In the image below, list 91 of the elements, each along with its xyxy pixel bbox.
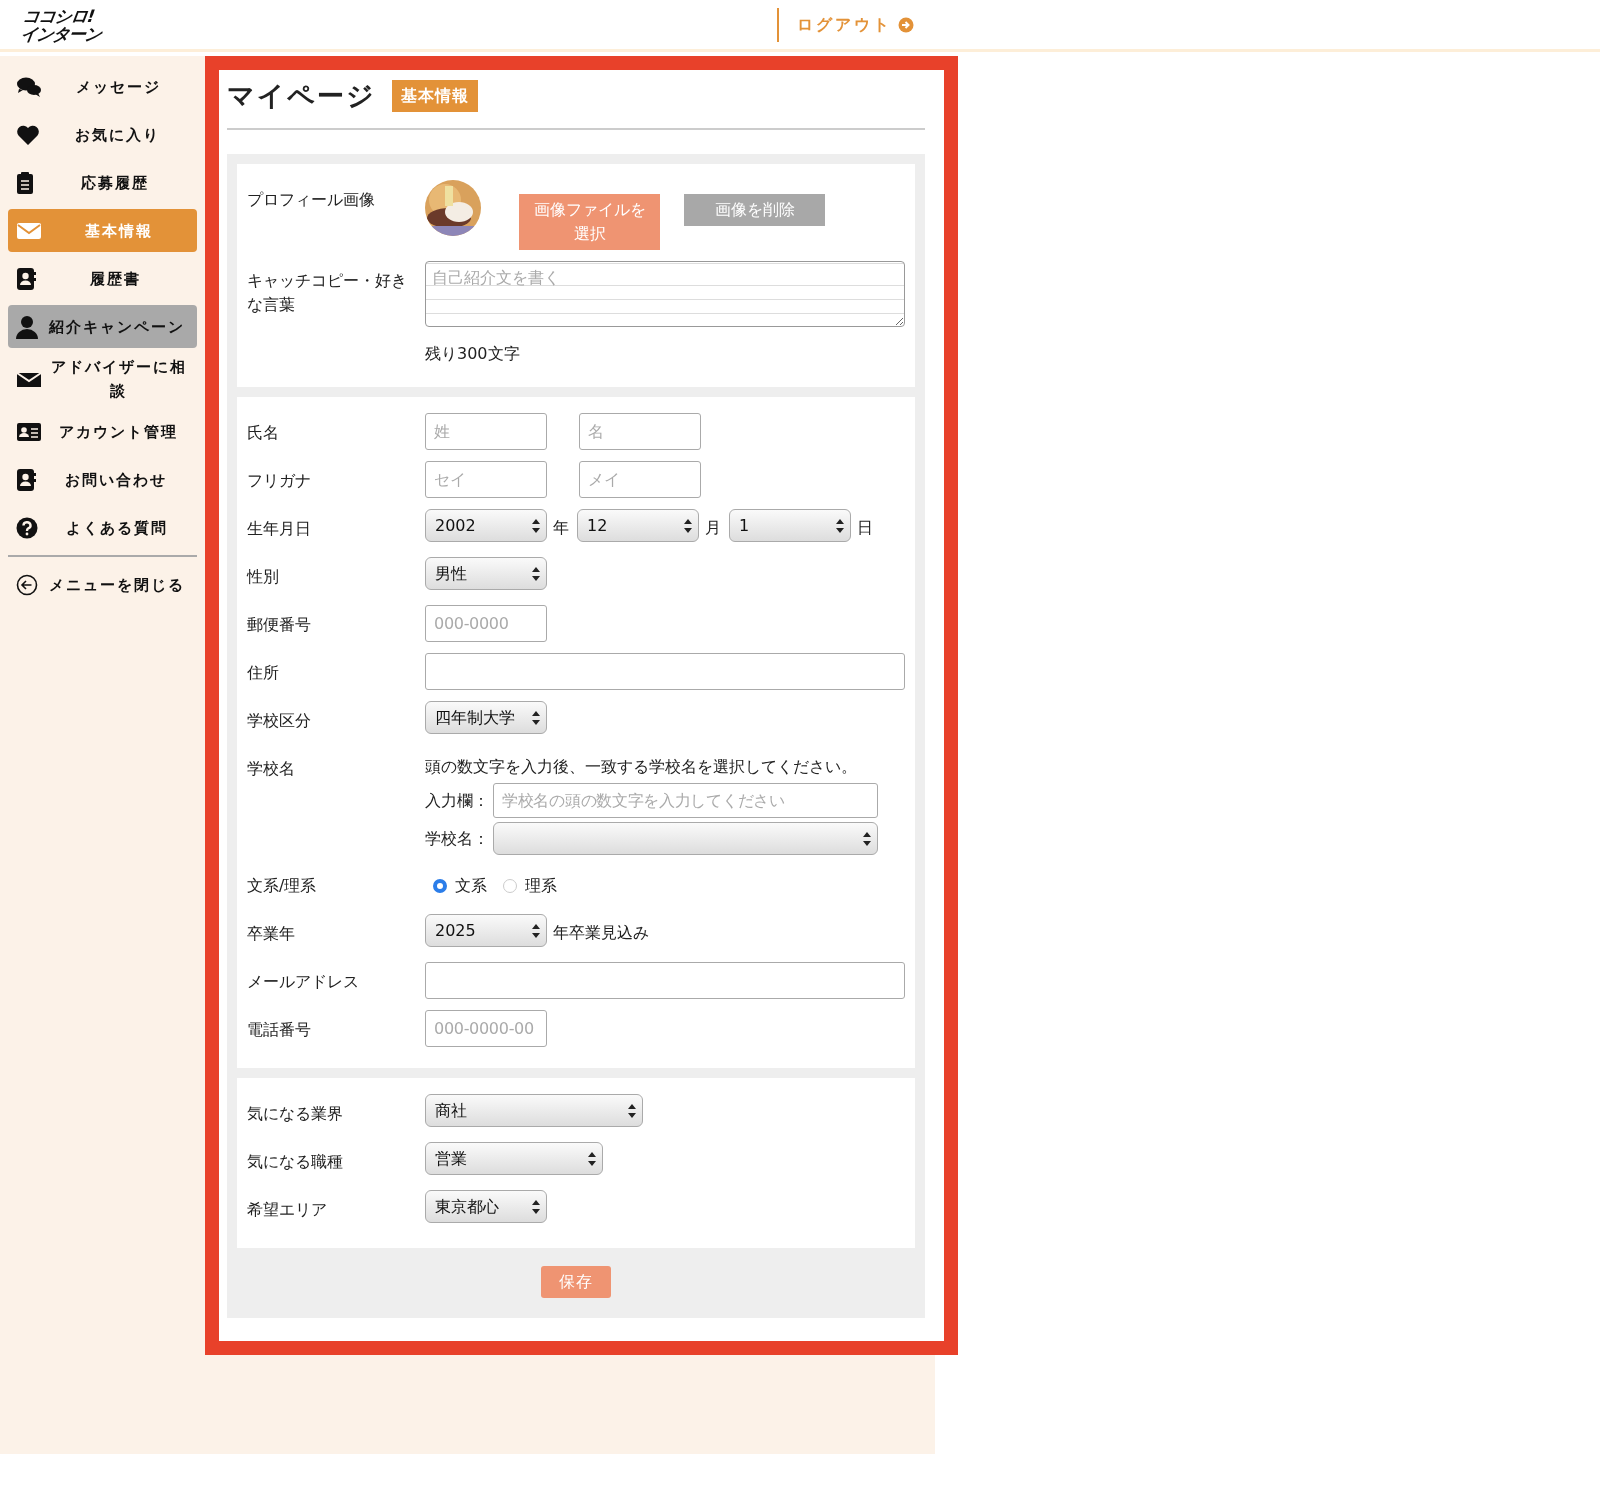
select-value: 四年制大学 <box>435 706 515 729</box>
input-field[interactable]: 姓 <box>425 413 547 451</box>
radio-button[interactable] <box>503 879 517 894</box>
instruction-text: 頭の数文字を入力後、一致する学校名を選択してください。 <box>425 756 858 779</box>
select-field[interactable]: 営業 <box>425 1142 603 1176</box>
select-value: 2002 <box>435 514 476 537</box>
updown-arrows-icon <box>863 831 871 846</box>
sidebar-item[interactable]: 履歴書 <box>8 257 197 300</box>
section-tag: 基本情報 <box>392 80 478 113</box>
field-label: 電話番号 <box>247 1019 312 1042</box>
sidebar-item[interactable]: アカウント管理 <box>8 410 197 453</box>
select-value: 営業 <box>435 1147 467 1170</box>
field-label: 郵便番号 <box>247 614 312 637</box>
field-label: 文系/理系 <box>247 875 318 898</box>
input-field[interactable]: 名 <box>579 413 701 451</box>
updown-arrows-icon <box>628 1103 636 1118</box>
select-value: 1 <box>739 514 750 537</box>
field-label: プロフィール画像 <box>247 189 376 212</box>
unit-label: 年卒業見込み <box>553 921 649 944</box>
select-value: 商社 <box>435 1099 467 1122</box>
heart-icon <box>16 123 40 146</box>
field-label: 気になる職種 <box>247 1151 344 1174</box>
input-field[interactable] <box>425 962 905 1000</box>
field-label: 性別 <box>247 566 280 589</box>
contact-book-icon <box>16 467 36 492</box>
updown-arrows-icon <box>684 518 692 533</box>
field-label: 希望エリア <box>247 1199 328 1222</box>
field-label: 卒業年 <box>247 923 296 946</box>
sidebar-item[interactable]: アドバイザーに相談 <box>8 353 197 405</box>
field-label: 入力欄： <box>425 789 489 812</box>
updown-arrows-icon <box>532 710 540 725</box>
updown-arrows-icon <box>836 518 844 533</box>
radio-option[interactable]: 理系 <box>503 874 557 899</box>
sidebar-item[interactable]: よくある質問 <box>8 506 197 549</box>
input-field[interactable]: セイ <box>425 461 547 499</box>
text-area[interactable]: 自己紹介文を書く <box>425 261 905 328</box>
character-count: 残り300文字 <box>425 343 521 366</box>
field-label: フリガナ <box>247 470 312 493</box>
select-field[interactable]: 2002 <box>425 509 547 543</box>
question-icon <box>16 516 38 539</box>
sidebar-item[interactable]: お気に入り <box>8 113 197 156</box>
radio-option[interactable]: 文系 <box>433 874 487 899</box>
arrow-circle-icon <box>898 16 914 33</box>
input-field[interactable]: 学校名の頭の数文字を入力してください <box>493 783 878 819</box>
field-label: 学校名 <box>247 758 296 781</box>
field-label: 気になる業界 <box>247 1103 344 1126</box>
unit-label: 月 <box>705 516 721 539</box>
select-value: 2025 <box>435 919 476 942</box>
chat-icon <box>16 75 42 98</box>
radio-button[interactable] <box>433 879 447 894</box>
select-field[interactable]: 四年制大学 <box>425 701 547 735</box>
unit-label: 日 <box>857 516 873 539</box>
select-field[interactable]: 1 <box>729 509 851 543</box>
sidebar-item[interactable]: お問い合わせ <box>8 458 197 501</box>
select-value: 男性 <box>435 562 467 585</box>
sidebar-item[interactable]: メッセージ <box>8 65 197 108</box>
page-title: マイページ <box>227 80 376 113</box>
id-card-icon <box>16 421 42 442</box>
field-label: 学校名： <box>425 827 489 850</box>
envelope-icon <box>16 220 42 241</box>
select-field[interactable] <box>493 822 878 856</box>
close-menu-link[interactable]: メニューを閉じる <box>8 563 197 606</box>
field-label: 学校区分 <box>247 710 312 733</box>
sidebar-item[interactable]: 応募履歴 <box>8 161 197 204</box>
updown-arrows-icon <box>532 518 540 533</box>
logo[interactable]: ココシロ! インターン <box>19 6 105 43</box>
select-field[interactable]: 東京都心 <box>425 1190 547 1224</box>
field-label: 生年月日 <box>247 518 312 541</box>
user-icon <box>16 314 38 339</box>
select-field[interactable]: 男性 <box>425 557 547 591</box>
select-field[interactable]: 2025 <box>425 914 547 948</box>
unit-label: 年 <box>553 516 569 539</box>
select-field[interactable]: 商社 <box>425 1094 643 1128</box>
input-field[interactable]: 000-0000-00 <box>425 1010 547 1048</box>
updown-arrows-icon <box>532 923 540 938</box>
clipboard-icon <box>16 170 34 195</box>
select-value: 東京都心 <box>435 1195 499 1218</box>
field-label: 住所 <box>247 662 280 685</box>
sidebar-item[interactable]: 紹介キャンペーン <box>8 305 197 348</box>
contact-book-icon <box>16 266 36 291</box>
updown-arrows-icon <box>588 1151 596 1166</box>
input-field[interactable]: 000-0000 <box>425 605 547 643</box>
select-field[interactable]: 12 <box>577 509 699 543</box>
field-label: キャッチコピー・好きな言葉 <box>247 270 408 317</box>
select-value: 12 <box>587 514 608 537</box>
field-label: 氏名 <box>247 422 280 445</box>
updown-arrows-icon <box>532 1199 540 1214</box>
input-field[interactable]: メイ <box>579 461 701 499</box>
field-label: メールアドレス <box>247 971 360 994</box>
updown-arrows-icon <box>532 566 540 581</box>
input-field[interactable] <box>425 653 905 691</box>
